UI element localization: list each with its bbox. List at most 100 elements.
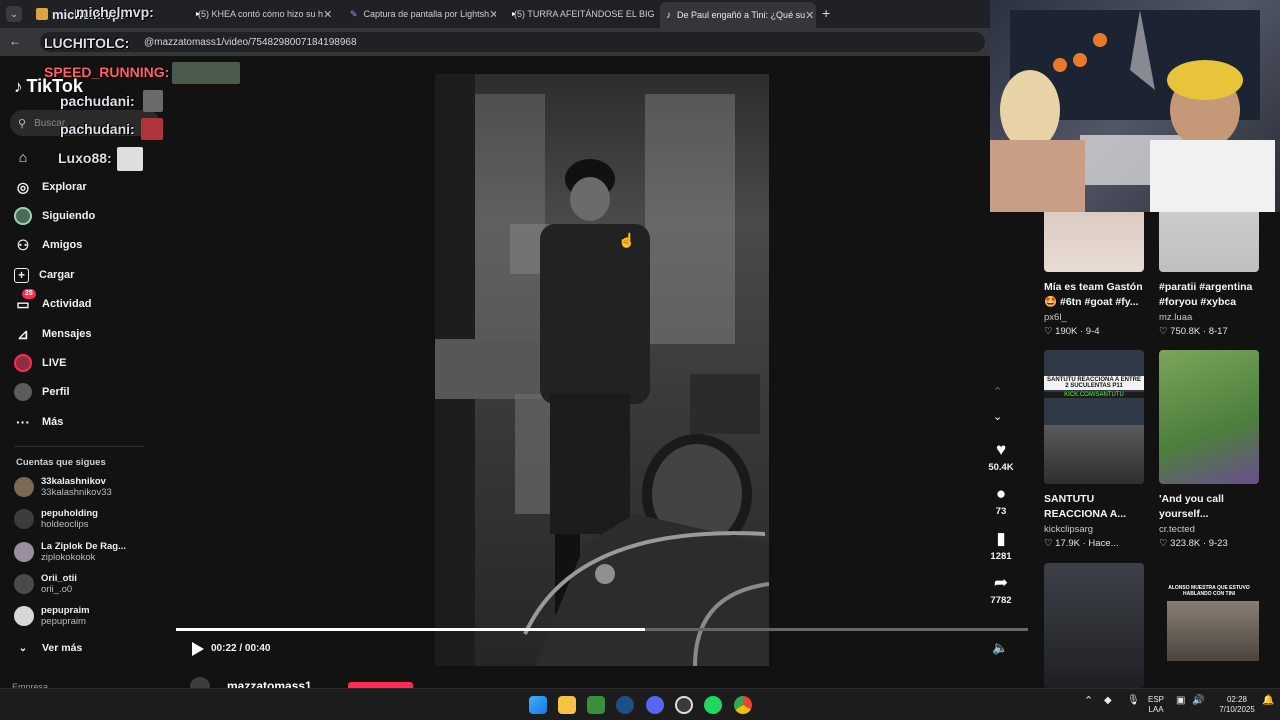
nav-explorar[interactable]: ◎ Explorar <box>14 176 87 198</box>
sidebar-divider <box>14 446 144 447</box>
tab-search-button[interactable]: ⌄ <box>6 6 22 22</box>
send-icon: ⊿ <box>17 325 29 342</box>
tab-lightshot[interactable]: ✎ Captura de pantalla por Lightsh ✕ <box>344 4 496 24</box>
nav-siguiendo[interactable]: Siguiendo <box>14 205 95 227</box>
clock-date: 7/10/2025 <box>1219 705 1255 714</box>
windows-start-icon[interactable] <box>529 696 547 714</box>
progress-bar[interactable] <box>176 628 1028 631</box>
tiktok-favicon-icon: ♪ <box>666 9 671 21</box>
nav-home[interactable]: ⌂ <box>14 146 42 168</box>
video-scene <box>435 74 769 666</box>
lang-layout: LAA <box>1148 705 1164 714</box>
comment-icon: ● <box>995 484 1007 503</box>
previous-video-button[interactable]: ⌃ <box>993 385 1002 398</box>
stream-chat-line: SPEED_RUNNING: <box>44 64 170 80</box>
comment-count: 73 <box>995 506 1007 517</box>
video-frame[interactable] <box>435 74 769 666</box>
recommended-video-card[interactable]: 'And you call yourself... cr.tected ♡ 32… <box>1159 350 1259 549</box>
language-indicator[interactable]: ESP LAA <box>1148 695 1164 715</box>
nav-label: Cargar <box>39 269 75 281</box>
author-avatar[interactable] <box>190 677 210 688</box>
nav-label: Siguiendo <box>42 210 96 222</box>
close-tab-icon[interactable]: ✕ <box>805 9 814 22</box>
nav-cargar[interactable]: + Cargar <box>14 264 74 286</box>
tiktok-note-icon: ♪ <box>14 76 23 96</box>
clock[interactable]: 02:28 7/10/2025 <box>1212 695 1262 715</box>
tab-turra[interactable]: (5) TURRA AFEITÁNDOSE EL BIG ✕ <box>502 4 654 24</box>
stream-chat-line: michelmvp: <box>76 4 154 20</box>
like-count: 50.4K <box>988 462 1014 473</box>
spotify-icon[interactable] <box>704 696 722 714</box>
following-account-item[interactable]: pepupraim pepupraim <box>14 605 90 627</box>
stream-chat-line: pachudani: <box>60 93 135 109</box>
video-thumbnail[interactable]: ALONSO MUESTRA QUE ESTUVO HABLANDO CON T… <box>1159 563 1259 688</box>
like-button[interactable]: ♥ 50.4K <box>982 440 1020 473</box>
recommended-video-card[interactable] <box>1044 563 1144 688</box>
following-section-title: Cuentas que sigues <box>16 457 106 468</box>
volume-icon[interactable]: 🔈 <box>992 640 1008 656</box>
account-handle: pepupraim <box>41 616 86 627</box>
profile-avatar-icon <box>14 383 32 401</box>
tray-mic-icon[interactable]: 🎙 <box>1127 696 1140 706</box>
speaker-icon[interactable]: 🔊 <box>1192 696 1204 706</box>
clock-time: 02:28 <box>1226 695 1248 704</box>
nav-label: Explorar <box>42 181 87 193</box>
video-author: cr.tected <box>1159 524 1195 535</box>
nav-live[interactable]: LIVE <box>14 352 66 374</box>
steam-icon[interactable] <box>616 696 634 714</box>
nav-perfil[interactable]: Perfil <box>14 381 70 403</box>
video-player[interactable]: ☝ 00:22 / 00:40 🔈 <box>176 74 1028 666</box>
nav-mensajes[interactable]: ⊿ Mensajes <box>14 323 91 345</box>
next-video-button[interactable]: ⌄ <box>993 410 1002 423</box>
following-account-item[interactable]: pepuholding holdeoclips <box>14 508 98 530</box>
see-more-link[interactable]: ⌄ Ver más <box>14 637 83 659</box>
video-stats: ♡ 190K · 9-4 <box>1044 326 1100 337</box>
notification-bell-icon[interactable]: 🔔 <box>1262 696 1274 706</box>
author-name[interactable]: mazzatomass1 <box>227 679 312 688</box>
new-tab-button[interactable]: + <box>822 5 830 21</box>
activity-badge: 25 <box>22 289 36 299</box>
play-button[interactable] <box>192 642 204 656</box>
chrome-icon[interactable] <box>734 696 752 714</box>
nav-amigos[interactable]: ⚇ Amigos <box>14 234 83 256</box>
close-tab-icon[interactable]: ✕ <box>323 8 332 21</box>
video-thumbnail[interactable]: SANTUTU REACCIONA A ENTRE 2 SUCULENTAS P… <box>1044 350 1144 484</box>
back-arrow-icon[interactable]: ← <box>9 34 21 48</box>
close-tab-icon[interactable]: ✕ <box>489 8 496 21</box>
video-caption: SANTUTU REACCIONA A... <box>1044 493 1127 520</box>
recommended-video-card[interactable]: SANTUTU REACCIONA A ENTRE 2 SUCULENTAS P… <box>1044 350 1144 549</box>
following-account-item[interactable]: La Ziplok De Rag... ziplokokokok <box>14 541 126 563</box>
nav-label: LIVE <box>42 357 67 369</box>
video-thumbnail[interactable] <box>1044 563 1144 688</box>
following-account-item[interactable]: 33kalashnikov 33kalashnikov33 <box>14 476 112 498</box>
comment-button[interactable]: ● 73 <box>982 484 1020 517</box>
nav-actividad[interactable]: ▭ 25 Actividad <box>14 289 92 315</box>
tray-chevron-up-icon[interactable]: ⌃ <box>1084 696 1093 707</box>
following-avatar-icon <box>14 207 32 225</box>
account-name: La Ziplok De Rag... <box>41 541 126 552</box>
avatar <box>14 574 34 594</box>
save-button[interactable]: ▮ 1281 <box>982 529 1020 562</box>
network-icon[interactable]: ▣ <box>1176 696 1185 706</box>
video-thumbnail[interactable] <box>1159 350 1259 484</box>
stream-chat-line: Luxo88: <box>58 150 112 166</box>
url-field[interactable]: @mazzatomass1/video/7548298007184198968 <box>40 32 985 52</box>
video-caption: #paratii #argentina #foryou #xybca <box>1159 281 1253 308</box>
tray-shield-icon[interactable]: ◆ <box>1104 696 1112 706</box>
webcam-overlay <box>990 0 1280 212</box>
following-account-item[interactable]: Orii_otii orii_.o0 <box>14 573 77 595</box>
file-explorer-icon[interactable] <box>558 696 576 714</box>
tab-khea[interactable]: (5) KHEA contó cómo hizo su h ✕ <box>186 4 338 24</box>
xbox-app-icon[interactable] <box>587 696 605 714</box>
video-stats: ♡ 750.8K · 8-17 <box>1159 326 1228 337</box>
obs-icon[interactable] <box>675 696 693 714</box>
tab-tiktok-active[interactable]: ♪ De Paul engañó a Tini: ¿Qué su ✕ <box>660 2 816 28</box>
thumbnail-kick-text: KICK.COM/SANTUTU <box>1044 392 1144 398</box>
nav-mas[interactable]: ··· Más <box>14 411 63 433</box>
upload-plus-icon: + <box>14 267 29 283</box>
share-button[interactable]: ➦ 7782 <box>982 573 1020 606</box>
lang-code: ESP <box>1148 695 1165 704</box>
recommended-video-card[interactable]: ALONSO MUESTRA QUE ESTUVO HABLANDO CON T… <box>1159 563 1259 688</box>
account-handle: ziplokokokok <box>41 552 96 563</box>
discord-icon[interactable] <box>646 696 664 714</box>
